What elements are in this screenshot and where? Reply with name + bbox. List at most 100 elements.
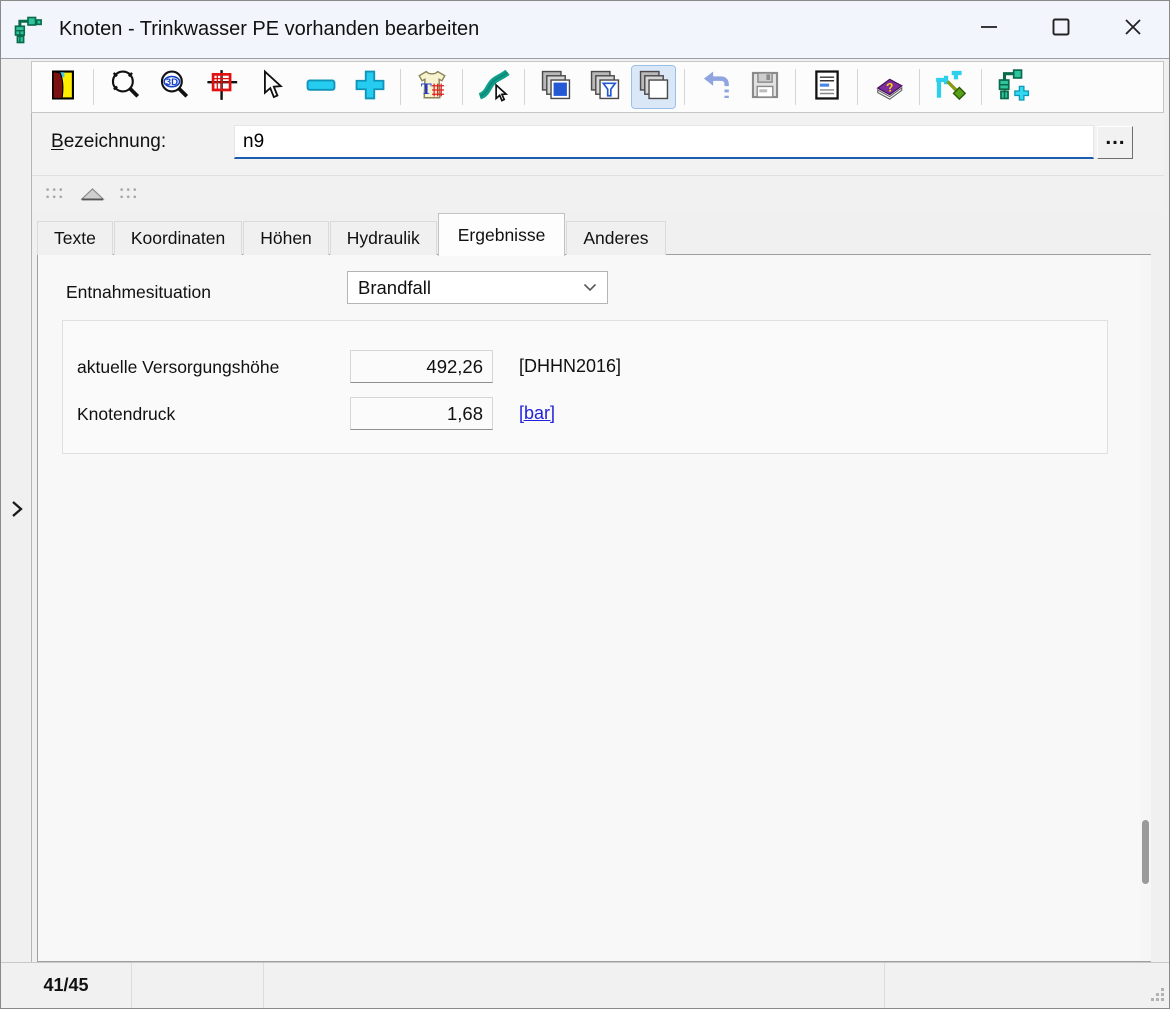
toolbar-separator: [93, 69, 94, 105]
minimize-button[interactable]: [953, 1, 1025, 58]
save-icon: [748, 68, 782, 107]
vertical-scrollbar[interactable]: [1140, 255, 1151, 961]
close-icon: [1122, 16, 1144, 43]
exit-door-icon: [46, 68, 80, 107]
toolbar-separator: [400, 69, 401, 105]
report-icon: [810, 68, 844, 107]
svg-text:T: T: [420, 79, 431, 98]
tab-koordinaten[interactable]: Koordinaten: [114, 221, 242, 255]
versorgungshoehe-label: aktuelle Versorgungshöhe: [77, 357, 279, 378]
window-title: Knoten - Trinkwasser PE vorhanden bearbe…: [59, 18, 479, 41]
header-region: Bezeichnung: …: [31, 113, 1164, 211]
close-button[interactable]: [1097, 1, 1169, 58]
zoom-3d-button[interactable]: 3D: [152, 66, 195, 108]
select-button[interactable]: [250, 66, 293, 108]
zoom-out-button[interactable]: [299, 66, 342, 108]
maximize-button[interactable]: [1025, 1, 1097, 58]
zoom-icon: [108, 68, 142, 107]
save-button[interactable]: [743, 66, 786, 108]
versorgungshoehe-value: 492,26: [426, 356, 483, 378]
content-area: TexteKoordinatenHöhenHydraulikErgebnisse…: [31, 211, 1164, 962]
layers-filled-button[interactable]: [534, 66, 577, 108]
status-bar: 41/45: [1, 962, 1169, 1008]
network-add-icon: [996, 68, 1030, 107]
resize-grip[interactable]: [1149, 986, 1166, 1008]
svg-text:3D: 3D: [165, 77, 177, 88]
chevron-right-icon: [10, 498, 24, 525]
report-button[interactable]: [805, 66, 848, 108]
scrollbar-thumb[interactable]: [1142, 820, 1149, 884]
zoom-in-button[interactable]: [348, 66, 391, 108]
text-symbols-button[interactable]: T: [410, 66, 453, 108]
layers-filled-icon: [539, 68, 573, 107]
knotendruck-label: Knotendruck: [77, 404, 175, 425]
toolbar-separator: [919, 69, 920, 105]
entnahmesituation-label: Entnahmesituation: [66, 282, 211, 303]
chevron-down-icon: [583, 283, 597, 292]
dots-grid-icon: [45, 186, 66, 201]
toolbar-separator: [524, 69, 525, 105]
app-icon: [13, 15, 43, 45]
toolbar-separator: [857, 69, 858, 105]
network-transfer-button[interactable]: [929, 66, 972, 108]
status-cell-4: [885, 963, 1169, 1009]
exit-button[interactable]: [41, 66, 84, 108]
layers-visible-icon: [637, 68, 671, 107]
results-groupbox: aktuelle Versorgungshöhe 492,26 [DHHN201…: [62, 320, 1108, 454]
zoom-3d-icon: 3D: [157, 68, 191, 107]
mini-toolbar: [31, 175, 1164, 211]
crosshair-button[interactable]: [201, 66, 244, 108]
dots-grid-icon: [119, 186, 140, 201]
knotendruck-field: 1,68: [350, 397, 493, 430]
text-symbol-icon: T: [415, 68, 449, 107]
expand-panel-button[interactable]: [7, 499, 27, 523]
window-controls: [953, 1, 1169, 58]
tab-texte[interactable]: Texte: [37, 221, 113, 255]
toolbar-separator: [981, 69, 982, 105]
tab-ergebnisse[interactable]: Ergebnisse: [438, 213, 566, 256]
network-transfer-icon: [934, 68, 968, 107]
svg-text:?: ?: [885, 80, 894, 95]
undo-button[interactable]: [694, 66, 737, 108]
record-counter: 41/45: [1, 963, 132, 1008]
select-cursor-icon: [255, 68, 289, 107]
tab-hydraulik[interactable]: Hydraulik: [330, 221, 437, 255]
bezeichnung-row: Bezeichnung: …: [31, 113, 1164, 175]
triangle-icon: [79, 186, 106, 202]
title-bar: Knoten - Trinkwasser PE vorhanden bearbe…: [1, 1, 1169, 59]
dialog-window: Knoten - Trinkwasser PE vorhanden bearbe…: [0, 0, 1170, 1009]
edit-element-button[interactable]: [472, 66, 515, 108]
versorgungshoehe-field: 492,26: [350, 350, 493, 383]
layers-filter-button[interactable]: [583, 66, 626, 108]
entnahmesituation-select[interactable]: Brandfall: [347, 271, 608, 304]
layers-visible-button[interactable]: [632, 66, 675, 108]
browse-button[interactable]: …: [1097, 126, 1133, 159]
help-book-icon: ?: [872, 68, 906, 107]
collapsed-panel-strip: [1, 113, 31, 962]
toolbar-separator: [795, 69, 796, 105]
knotendruck-unit-link[interactable]: [bar]: [519, 403, 555, 424]
status-cell-2: [132, 963, 264, 1008]
bezeichnung-label: Bezeichnung:: [51, 131, 166, 153]
zoom-out-icon: [304, 68, 338, 107]
entnahmesituation-value: Brandfall: [358, 277, 431, 299]
tab-anderes[interactable]: Anderes: [566, 221, 665, 255]
knotendruck-value: 1,68: [447, 403, 483, 425]
tab-panel-ergebnisse: Entnahmesituation Brandfall aktuelle Ver…: [37, 254, 1151, 962]
toolbar-separator: [462, 69, 463, 105]
toolbar-separator: [684, 69, 685, 105]
tab-bar: TexteKoordinatenHöhenHydraulikErgebnisse…: [37, 211, 1164, 255]
undo-icon: [699, 68, 733, 107]
tab-hoehen[interactable]: Höhen: [243, 221, 329, 255]
maximize-icon: [1050, 16, 1072, 43]
crosshair-icon: [206, 68, 240, 107]
zoom-button[interactable]: [103, 66, 146, 108]
minimize-icon: [978, 16, 1000, 43]
layers-filter-icon: [588, 68, 622, 107]
bezeichnung-input[interactable]: [234, 125, 1094, 159]
zoom-in-icon: [353, 68, 387, 107]
help-button[interactable]: ?: [867, 66, 910, 108]
status-cell-3: [264, 963, 885, 1008]
versorgungshoehe-unit: [DHHN2016]: [519, 356, 621, 377]
network-add-button[interactable]: [991, 66, 1034, 108]
